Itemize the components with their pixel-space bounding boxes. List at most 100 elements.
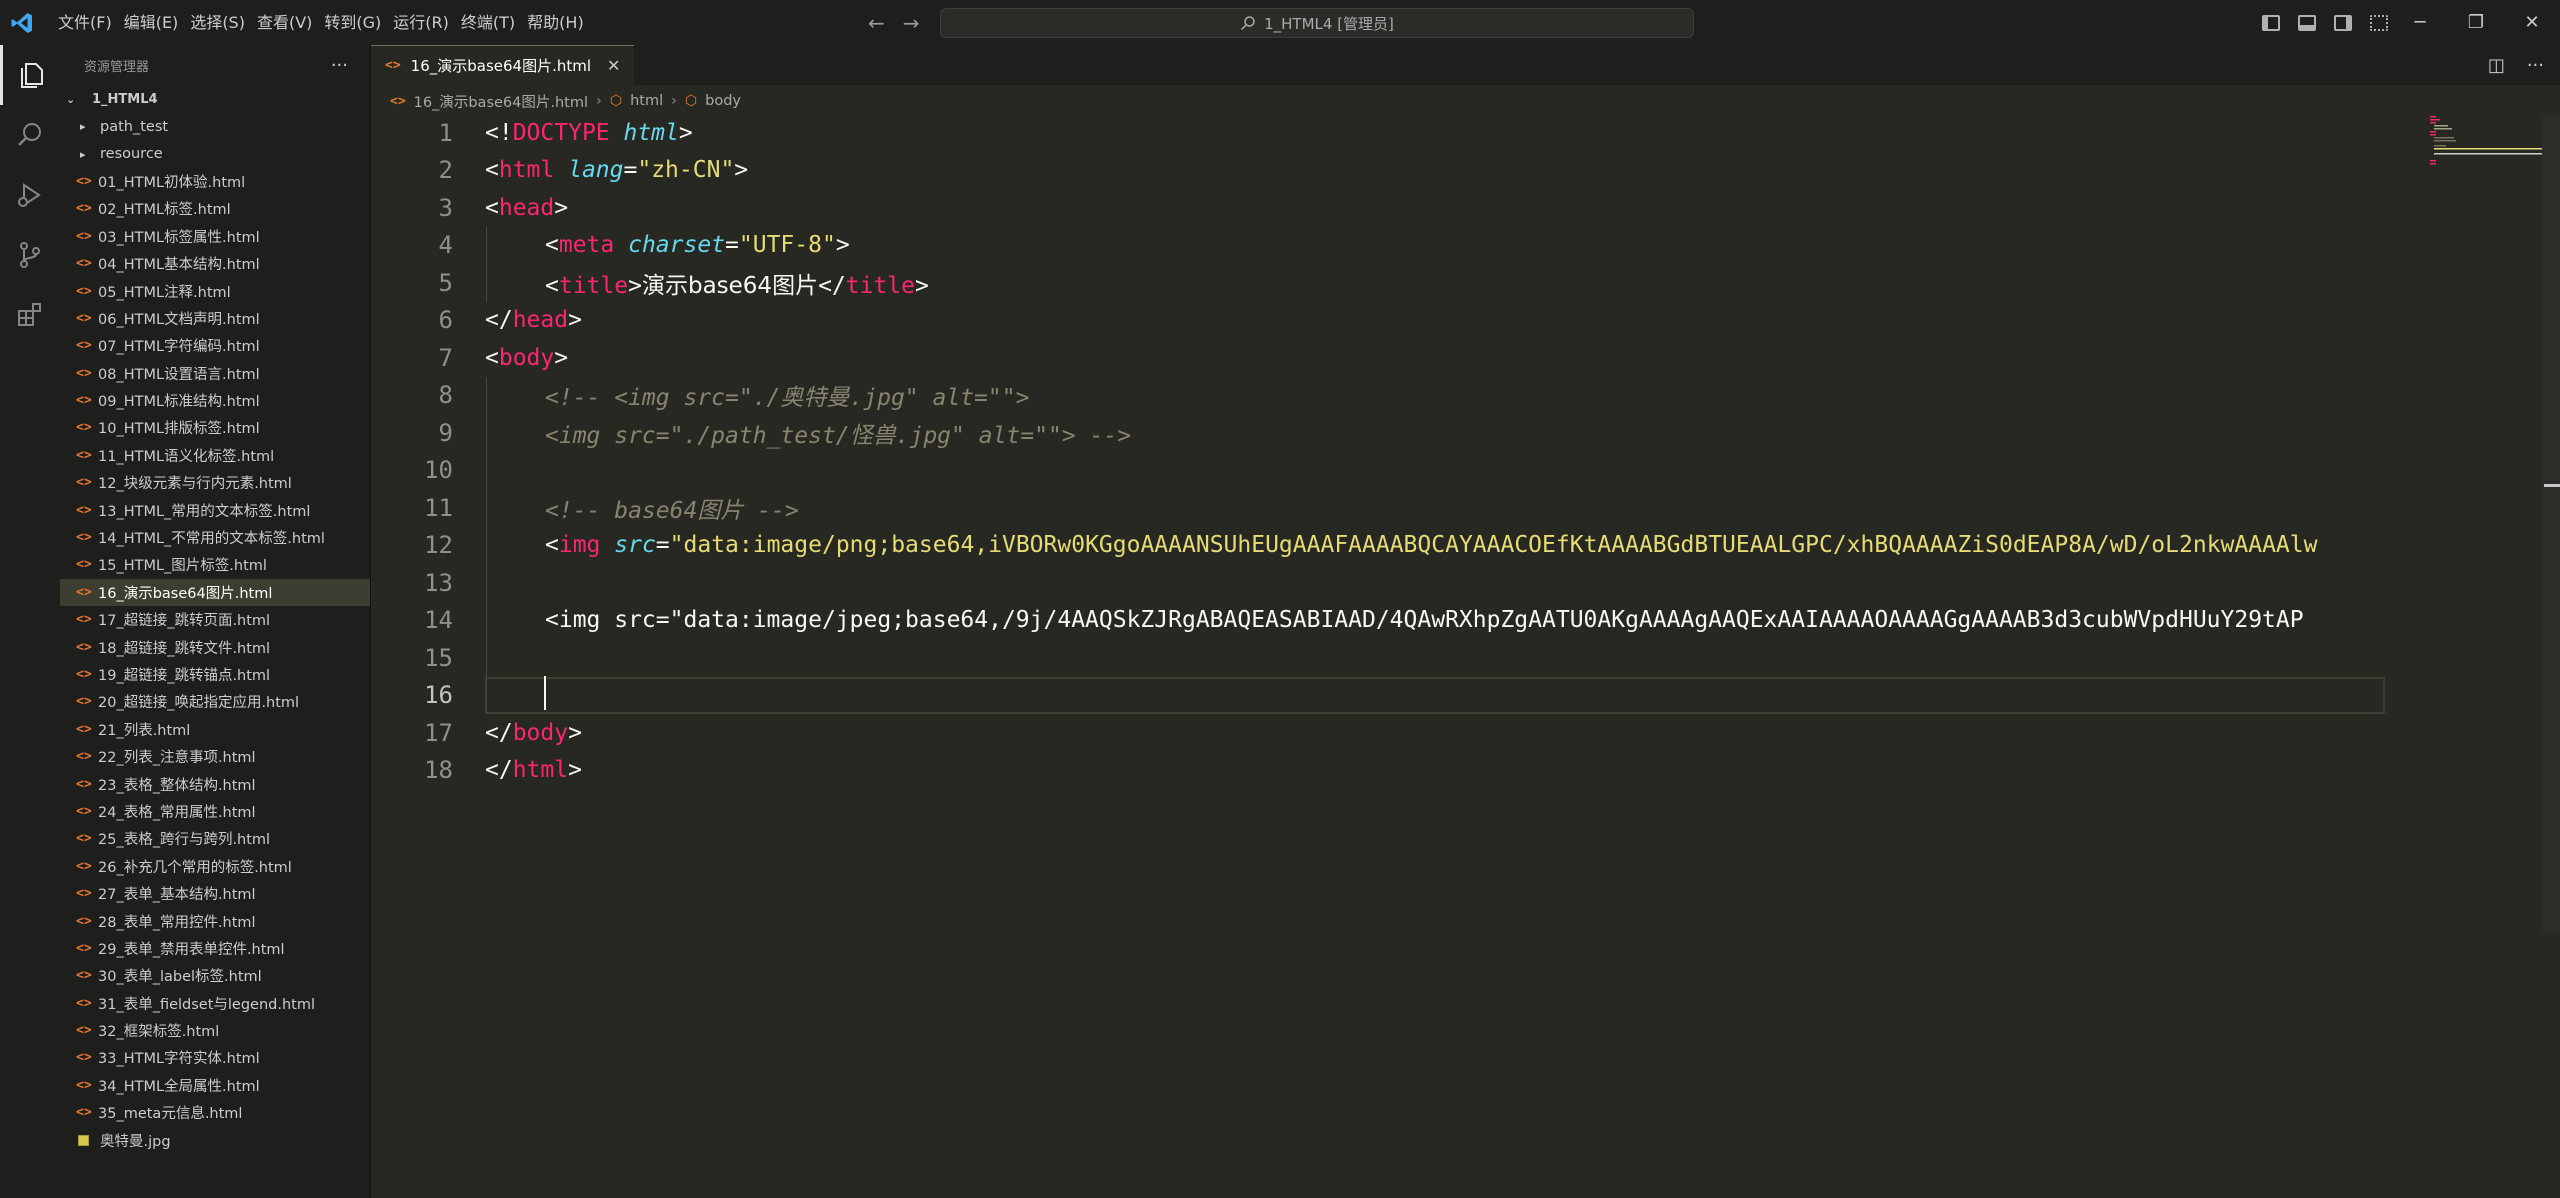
file-item[interactable]: <> 34_HTML全局属性.html: [60, 1072, 370, 1099]
file-label: 03_HTML标签属性.html: [98, 229, 260, 246]
breadcrumb-html[interactable]: html: [630, 93, 663, 109]
html-file-icon: <>: [76, 1050, 92, 1066]
file-item[interactable]: <> 29_表单_禁用表单控件.html: [60, 935, 370, 962]
file-item[interactable]: <> 14_HTML_不常用的文本标签.html: [60, 524, 370, 551]
html-file-icon: <>: [76, 228, 92, 244]
explorer-activity[interactable]: [0, 45, 60, 105]
file-item[interactable]: <> 27_表单_基本结构.html: [60, 880, 370, 907]
file-item[interactable]: <> 05_HTML注释.html: [60, 277, 370, 304]
forward-arrow-icon[interactable]: →: [903, 11, 920, 35]
folder-resource[interactable]: ▸ resource: [60, 140, 370, 167]
command-center[interactable]: 1_HTML4 [管理员]: [940, 8, 1694, 38]
token: >: [835, 232, 850, 259]
file-item[interactable]: <> 18_超链接_跳转文件.html: [60, 633, 370, 660]
file-item[interactable]: <> 04_HTML基本结构.html: [60, 250, 370, 277]
more-actions-icon[interactable]: ···: [331, 55, 348, 76]
close-icon[interactable]: ✕: [607, 56, 620, 75]
workspace-root[interactable]: ⌄ 1_HTML4: [60, 85, 370, 113]
file-item[interactable]: <> 13_HTML_常用的文本标签.html: [60, 496, 370, 523]
html-file-icon: <>: [76, 968, 92, 984]
menu-edit[interactable]: 编辑(E): [118, 0, 185, 45]
code-line-11: 11 <!-- base64图片 -->: [371, 489, 2421, 527]
customize-layout-icon[interactable]: [2370, 14, 2388, 31]
file-item-image[interactable]: 奥特曼.jpg: [60, 1126, 370, 1153]
search-activity[interactable]: [0, 105, 60, 165]
toggle-panel-icon[interactable]: [2298, 14, 2316, 31]
file-label: 35_meta元信息.html: [98, 1106, 243, 1123]
file-item[interactable]: <> 10_HTML排版标签.html: [60, 414, 370, 441]
menu-help[interactable]: 帮助(H): [521, 0, 590, 45]
file-item[interactable]: <> 28_表单_常用控件.html: [60, 907, 370, 934]
back-arrow-icon[interactable]: ←: [868, 11, 885, 35]
token: DOCTYPE: [512, 119, 610, 146]
breadcrumb-body[interactable]: body: [705, 93, 741, 109]
menu-view[interactable]: 查看(V): [251, 0, 318, 45]
extensions-activity[interactable]: [0, 285, 60, 345]
menu-terminal[interactable]: 终端(T): [455, 0, 521, 45]
html-file-icon: <>: [76, 612, 92, 628]
file-item[interactable]: <> 32_框架标签.html: [60, 1017, 370, 1044]
file-item[interactable]: <> 07_HTML字符编码.html: [60, 332, 370, 359]
code-line-18: 18 </html>: [371, 752, 2421, 790]
vertical-scrollbar[interactable]: [2542, 114, 2560, 934]
file-item[interactable]: <> 23_表格_整体结构.html: [60, 770, 370, 797]
file-item[interactable]: <> 19_超链接_跳转锚点.html: [60, 661, 370, 688]
menu-file[interactable]: 文件(F): [52, 0, 118, 45]
file-item[interactable]: <> 01_HTML初体验.html: [60, 168, 370, 195]
source-control-activity[interactable]: [0, 225, 60, 285]
line-number: 10: [424, 456, 453, 485]
close-window-icon[interactable]: ✕: [2504, 0, 2560, 45]
restore-icon[interactable]: ❐: [2448, 0, 2504, 45]
menu-go[interactable]: 转到(G): [318, 0, 387, 45]
file-item[interactable]: <> 03_HTML标签属性.html: [60, 223, 370, 250]
file-item[interactable]: <> 24_表格_常用属性.html: [60, 798, 370, 825]
file-item[interactable]: <> 12_块级元素与行内元素.html: [60, 469, 370, 496]
file-item[interactable]: <> 11_HTML语义化标签.html: [60, 442, 370, 469]
file-item[interactable]: <> 08_HTML设置语言.html: [60, 360, 370, 387]
run-debug-activity[interactable]: [0, 165, 60, 225]
token: </: [485, 719, 513, 746]
token: img: [558, 532, 601, 559]
html-file-icon: <>: [76, 365, 92, 381]
token: "data:image/png;base64,iVBORw0KGgoAAAANS…: [669, 532, 2318, 559]
more-actions-icon[interactable]: ···: [2527, 55, 2544, 76]
file-item[interactable]: <> 31_表单_fieldset与legend.html: [60, 990, 370, 1017]
title-bar: 文件(F) 编辑(E) 选择(S) 查看(V) 转到(G) 运行(R) 终端(T…: [0, 0, 2560, 45]
file-item[interactable]: <> 26_补充几个常用的标签.html: [60, 853, 370, 880]
toggle-primary-sidebar-icon[interactable]: [2262, 14, 2280, 31]
file-item[interactable]: <> 02_HTML标签.html: [60, 195, 370, 222]
file-item[interactable]: <> 22_列表_注意事项.html: [60, 743, 370, 770]
menu-run[interactable]: 运行(R): [387, 0, 455, 45]
file-item[interactable]: <> 30_表单_label标签.html: [60, 962, 370, 989]
token: =: [655, 532, 670, 559]
file-item[interactable]: <> 16_演示base64图片.html: [60, 578, 370, 607]
token: html: [498, 157, 555, 184]
code-line-10: 10: [371, 452, 2421, 490]
file-item[interactable]: <> 20_超链接_唤起指定应用.html: [60, 688, 370, 715]
breadcrumb-file[interactable]: 16_演示base64图片.html: [414, 91, 588, 112]
file-label: 14_HTML_不常用的文本标签.html: [98, 531, 325, 548]
code-editor[interactable]: 1 <!DOCTYPE html> 2 <html lang="zh-CN"> …: [371, 114, 2421, 1198]
chevron-right-icon: ▸: [80, 147, 86, 161]
split-editor-icon[interactable]: ◫: [2488, 55, 2505, 76]
comment: <!-- <img src="./奥特曼.jpg" alt="">: [545, 385, 1030, 412]
indent-guide: [486, 226, 487, 302]
toggle-secondary-sidebar-icon[interactable]: [2334, 14, 2352, 31]
minimap[interactable]: [2420, 114, 2542, 174]
token: html: [609, 119, 679, 146]
file-item[interactable]: <> 15_HTML_图片标签.html: [60, 551, 370, 578]
file-item[interactable]: <> 17_超链接_跳转页面.html: [60, 606, 370, 633]
code-line-6: 6 </head>: [371, 302, 2421, 340]
file-item[interactable]: <> 06_HTML文档声明.html: [60, 305, 370, 332]
file-item[interactable]: <> 09_HTML标准结构.html: [60, 387, 370, 414]
file-item[interactable]: <> 33_HTML字符实体.html: [60, 1044, 370, 1071]
token: <: [485, 194, 499, 221]
minimize-icon[interactable]: ─: [2392, 0, 2448, 45]
tab-active-file[interactable]: <> 16_演示base64图片.html ✕: [371, 45, 635, 85]
menu-selection[interactable]: 选择(S): [184, 0, 251, 45]
html-file-icon: <>: [76, 913, 92, 929]
file-item[interactable]: <> 35_meta元信息.html: [60, 1099, 370, 1126]
file-item[interactable]: <> 25_表格_跨行与跨列.html: [60, 825, 370, 852]
file-item[interactable]: <> 21_列表.html: [60, 716, 370, 743]
folder-path-test[interactable]: ▸ path_test: [60, 113, 370, 140]
